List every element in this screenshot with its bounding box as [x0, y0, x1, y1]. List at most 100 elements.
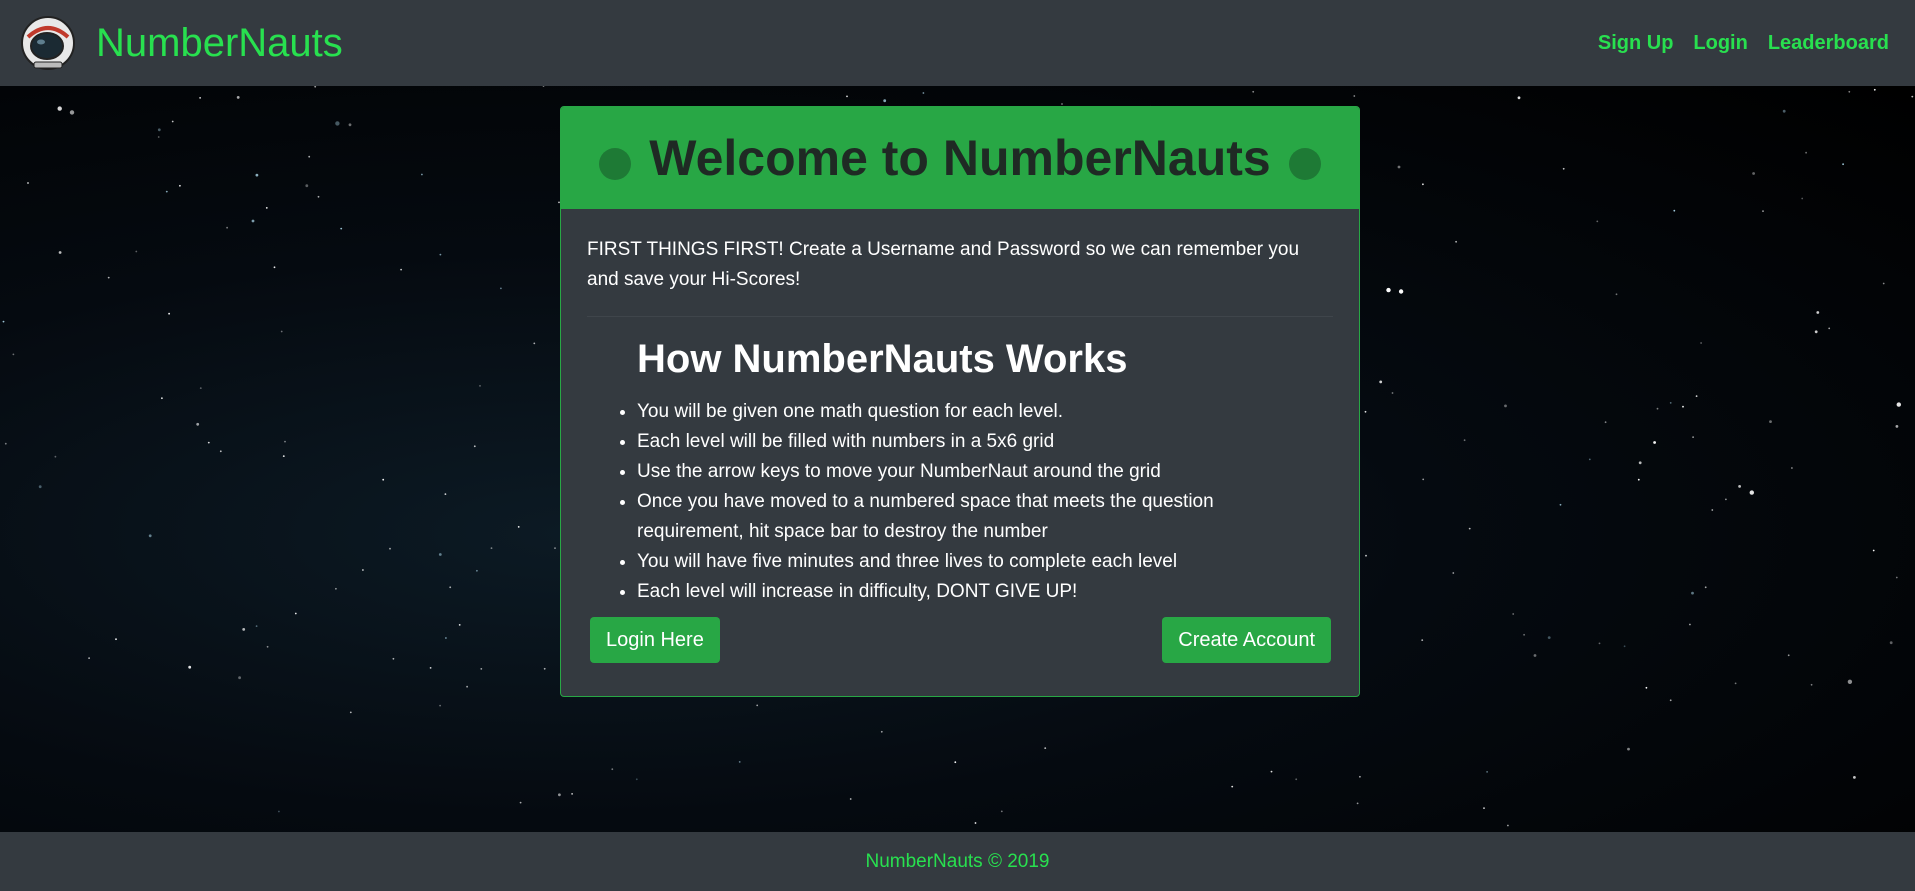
star — [282, 455, 285, 457]
star — [1559, 503, 1562, 506]
intro-text: FIRST THINGS FIRST! Create a Username an… — [587, 239, 1300, 290]
star — [294, 612, 297, 615]
divider — [587, 316, 1333, 317]
astronaut-helmet-icon — [21, 16, 75, 70]
card-header: Welcome to NumberNauts — [561, 107, 1359, 209]
star — [171, 120, 174, 123]
star — [335, 587, 337, 590]
star — [27, 182, 29, 184]
star — [38, 485, 42, 489]
star — [1455, 240, 1457, 243]
star — [1895, 425, 1899, 428]
star — [421, 173, 423, 176]
star — [1359, 775, 1361, 778]
star — [1627, 747, 1630, 751]
star — [226, 226, 229, 229]
star — [1816, 311, 1820, 314]
star — [554, 547, 556, 549]
star — [1889, 641, 1893, 645]
nav-link-login[interactable]: Login — [1693, 32, 1747, 55]
star — [340, 227, 343, 230]
star — [883, 99, 887, 103]
star — [1000, 810, 1003, 813]
star — [157, 128, 161, 132]
star — [400, 268, 402, 271]
star — [199, 387, 202, 389]
star — [1598, 642, 1601, 645]
star — [438, 553, 442, 556]
nav-link-sign-up[interactable]: Sign Up — [1598, 32, 1674, 55]
star — [4, 442, 7, 445]
star — [1847, 679, 1853, 684]
star — [188, 665, 192, 669]
star — [880, 730, 883, 733]
star — [348, 123, 352, 127]
login-here-button[interactable]: Login Here — [590, 617, 720, 663]
star — [1422, 478, 1425, 481]
star — [362, 569, 364, 571]
star — [2, 320, 5, 323]
star — [1044, 747, 1047, 749]
star — [1873, 88, 1876, 91]
create-account-button[interactable]: Create Account — [1162, 617, 1331, 663]
star — [1711, 509, 1714, 511]
star — [1398, 289, 1404, 294]
star — [1645, 686, 1648, 689]
star — [1379, 380, 1383, 384]
star — [1486, 771, 1488, 773]
how-it-works-title: How NumberNauts Works — [637, 337, 1128, 381]
star — [1615, 293, 1618, 296]
card-body: FIRST THINGS FIRST! Create a Username an… — [561, 209, 1359, 607]
star — [1682, 405, 1684, 408]
footer: NumberNauts © 2019 — [0, 832, 1915, 891]
nav-links: Sign Up Login Leaderboard — [1578, 32, 1895, 55]
star — [1231, 785, 1234, 788]
star — [500, 287, 502, 290]
star — [165, 190, 168, 193]
star — [479, 385, 481, 387]
star — [1787, 654, 1790, 657]
star — [1483, 807, 1485, 809]
star — [1653, 441, 1656, 444]
star — [349, 711, 352, 714]
star — [517, 526, 520, 528]
star — [1692, 436, 1694, 438]
star — [571, 793, 573, 795]
navbar: NumberNauts Sign Up Login Leaderboard — [0, 0, 1915, 86]
star — [1391, 392, 1394, 394]
star — [280, 330, 283, 333]
star — [439, 704, 441, 707]
star — [1738, 485, 1741, 488]
star — [161, 397, 163, 400]
star — [846, 95, 848, 98]
star — [1769, 420, 1772, 423]
star — [1604, 421, 1607, 424]
star — [255, 173, 259, 177]
list-item: Each level will be filled with numbers i… — [637, 427, 1277, 457]
star — [1872, 549, 1875, 552]
star — [1782, 109, 1786, 113]
star — [558, 793, 561, 797]
star — [58, 251, 62, 254]
star — [1734, 682, 1737, 685]
star — [974, 822, 977, 824]
star — [308, 155, 311, 158]
star — [1252, 90, 1255, 93]
star — [1061, 103, 1063, 105]
star — [756, 704, 759, 707]
welcome-card: Welcome to NumberNauts FIRST THINGS FIRS… — [560, 106, 1360, 697]
star — [317, 195, 320, 198]
brand-link[interactable]: NumberNauts — [20, 15, 343, 71]
star — [1848, 90, 1851, 93]
nav-link-leaderboard[interactable]: Leaderboard — [1768, 32, 1889, 55]
star — [107, 276, 110, 279]
star — [1895, 576, 1898, 579]
star — [278, 810, 280, 813]
star — [1463, 439, 1466, 442]
star — [207, 441, 210, 444]
star — [490, 547, 493, 549]
star — [1669, 699, 1672, 702]
star — [1700, 342, 1702, 344]
star — [439, 253, 442, 256]
star — [251, 219, 255, 223]
